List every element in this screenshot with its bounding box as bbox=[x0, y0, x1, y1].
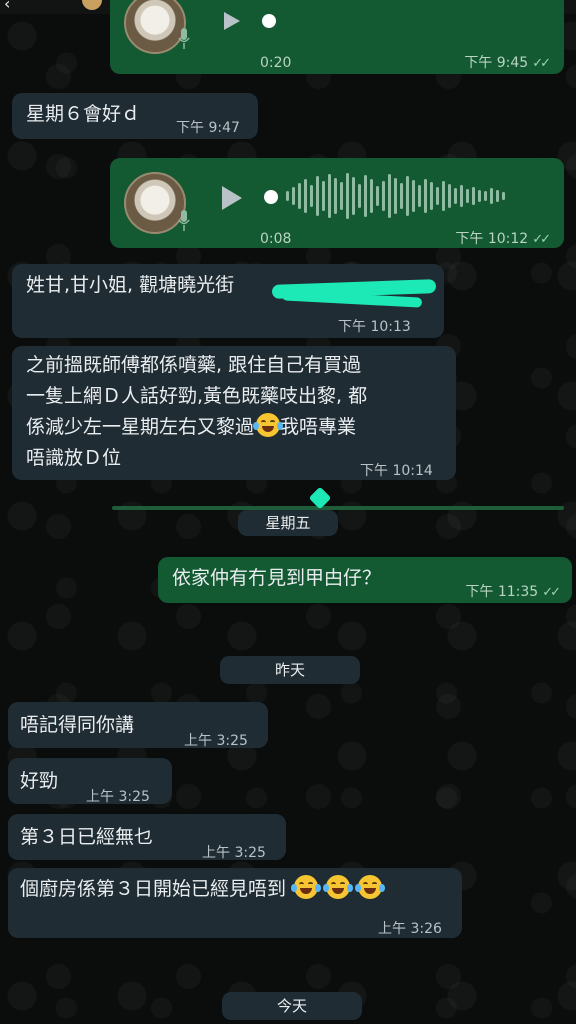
incoming-message[interactable]: 個廚房係第３日開始已經見唔到 上午 3:26 bbox=[8, 868, 462, 938]
waveform-bar bbox=[466, 189, 469, 203]
waveform-bar bbox=[430, 182, 433, 210]
waveform-bar bbox=[472, 187, 475, 205]
incoming-message[interactable]: 姓甘,甘小姐, 觀塘曉光街 下午 10:13 bbox=[12, 264, 444, 338]
date-separator: 星期五 bbox=[238, 510, 338, 536]
message-text: 好勁 bbox=[20, 770, 59, 792]
waveform-bar bbox=[490, 188, 493, 204]
message-text-line: 之前搵既師傅都係噴藥, 跟住自己有買過 bbox=[26, 354, 362, 376]
waveform-bar bbox=[298, 183, 301, 209]
waveform-bar bbox=[310, 185, 313, 207]
waveform-bar bbox=[484, 191, 487, 201]
incoming-message[interactable]: 好勁 上午 3:25 bbox=[8, 758, 172, 805]
tears-of-joy-emoji bbox=[323, 875, 354, 899]
microphone-icon bbox=[178, 28, 190, 49]
incoming-message[interactable]: 星期６會好ｄ 下午 9:47 bbox=[12, 93, 258, 139]
waveform-bar bbox=[346, 173, 349, 219]
waveform-bar bbox=[382, 181, 385, 211]
message-text-line: 一隻上網Ｄ人話好勁,黃色既藥吱出黎, 都 bbox=[26, 385, 368, 407]
message-time: 上午 3:25 bbox=[184, 733, 248, 749]
play-icon[interactable] bbox=[224, 12, 240, 30]
waveform-bar bbox=[328, 174, 331, 218]
message-text: 個廚房係第３日開始已經見唔到 bbox=[20, 874, 386, 905]
waveform-bar bbox=[304, 179, 307, 213]
waveform-bar bbox=[352, 177, 355, 215]
waveform-bar bbox=[454, 188, 457, 204]
waveform-bar bbox=[322, 181, 325, 211]
waveform-bar bbox=[478, 190, 481, 202]
message-text: 姓甘,甘小姐, 觀塘曉光街 bbox=[26, 274, 235, 296]
waveform-bar bbox=[316, 176, 319, 216]
voice-waveform[interactable] bbox=[286, 166, 505, 226]
message-time: 下午 10:14 bbox=[360, 463, 433, 479]
incoming-message[interactable]: 唔記得同你講 上午 3:25 bbox=[8, 702, 268, 749]
waveform-bar bbox=[364, 175, 367, 217]
waveform-bar bbox=[406, 176, 409, 216]
incoming-message[interactable]: 之前搵既師傅都係噴藥, 跟住自己有買過 一隻上網Ｄ人話好勁,黃色既藥吱出黎, 都… bbox=[12, 346, 456, 480]
waveform-bar bbox=[442, 181, 445, 211]
voice-message-bubble[interactable]: 0:08 下午 10:12 ✓✓ bbox=[110, 158, 564, 248]
message-text: 唔記得同你講 bbox=[20, 714, 135, 736]
message-time: 下午 11:35 ✓✓ bbox=[465, 584, 561, 600]
waveform-bar bbox=[448, 184, 451, 208]
waveform-bar bbox=[388, 174, 391, 218]
message-time: 下午 9:45 ✓✓ bbox=[464, 55, 551, 71]
sender-avatar-thumbnail bbox=[124, 0, 186, 54]
message-time: 下午 10:12 ✓✓ bbox=[455, 231, 551, 247]
date-separator: 昨天 bbox=[220, 656, 360, 684]
waveform-bar bbox=[358, 184, 361, 208]
waveform-bar bbox=[292, 187, 295, 205]
message-text: 第３日已經無乜 bbox=[20, 826, 154, 848]
waveform-bar bbox=[286, 191, 289, 201]
outgoing-message[interactable]: 依家仲有冇見到甲甴仔？ 下午 11:35 ✓✓ bbox=[158, 557, 572, 603]
contact-avatar[interactable] bbox=[82, 0, 102, 10]
message-text: 依家仲有冇見到甲甴仔？ bbox=[172, 567, 382, 589]
message-text: 星期６會好ｄ bbox=[26, 103, 141, 125]
waveform-bar bbox=[340, 182, 343, 210]
waveform-bar bbox=[424, 179, 427, 213]
waveform-bar bbox=[502, 192, 505, 200]
voice-message-bubble[interactable]: 0:20 下午 9:45 ✓✓ bbox=[110, 0, 564, 74]
waveform-bar bbox=[460, 185, 463, 207]
incoming-message[interactable]: 第３日已經無乜 上午 3:25 bbox=[8, 814, 286, 861]
play-icon[interactable] bbox=[222, 186, 242, 210]
sender-avatar-thumbnail bbox=[124, 172, 186, 234]
message-time: 上午 3:26 bbox=[378, 921, 442, 937]
read-ticks-icon: ✓✓ bbox=[532, 232, 551, 247]
waveform-bar bbox=[334, 178, 337, 214]
waveform-bar bbox=[370, 179, 373, 213]
playback-position[interactable] bbox=[262, 14, 276, 28]
tears-of-joy-emoji bbox=[355, 875, 386, 899]
message-time: 上午 3:25 bbox=[202, 845, 266, 861]
message-text-line: 係減少左一星期左右又黎過 我唔專業 bbox=[26, 412, 356, 443]
playback-position[interactable] bbox=[264, 190, 278, 204]
back-icon[interactable]: ‹ bbox=[4, 0, 10, 13]
waveform-bar bbox=[394, 178, 397, 214]
message-time: 下午 10:13 bbox=[338, 319, 411, 335]
voice-duration: 0:20 bbox=[260, 55, 292, 71]
date-separator: 今天 bbox=[222, 992, 362, 1020]
read-ticks-icon: ✓✓ bbox=[532, 56, 551, 71]
waveform-bar bbox=[418, 185, 421, 207]
waveform-bar bbox=[436, 187, 439, 205]
voice-duration: 0:08 bbox=[260, 231, 292, 247]
read-ticks-icon: ✓✓ bbox=[542, 585, 561, 600]
message-time: 下午 9:47 bbox=[176, 120, 240, 136]
tears-of-joy-emoji bbox=[253, 413, 284, 437]
waveform-bar bbox=[496, 190, 499, 202]
tears-of-joy-emoji bbox=[291, 875, 322, 899]
message-time: 上午 3:25 bbox=[86, 789, 150, 805]
waveform-bar bbox=[376, 186, 379, 206]
microphone-icon bbox=[178, 210, 190, 231]
waveform-bar bbox=[400, 183, 403, 209]
redaction-scribble bbox=[112, 506, 564, 510]
message-text-line: 唔識放Ｄ位 bbox=[26, 447, 122, 469]
waveform-bar bbox=[412, 180, 415, 212]
